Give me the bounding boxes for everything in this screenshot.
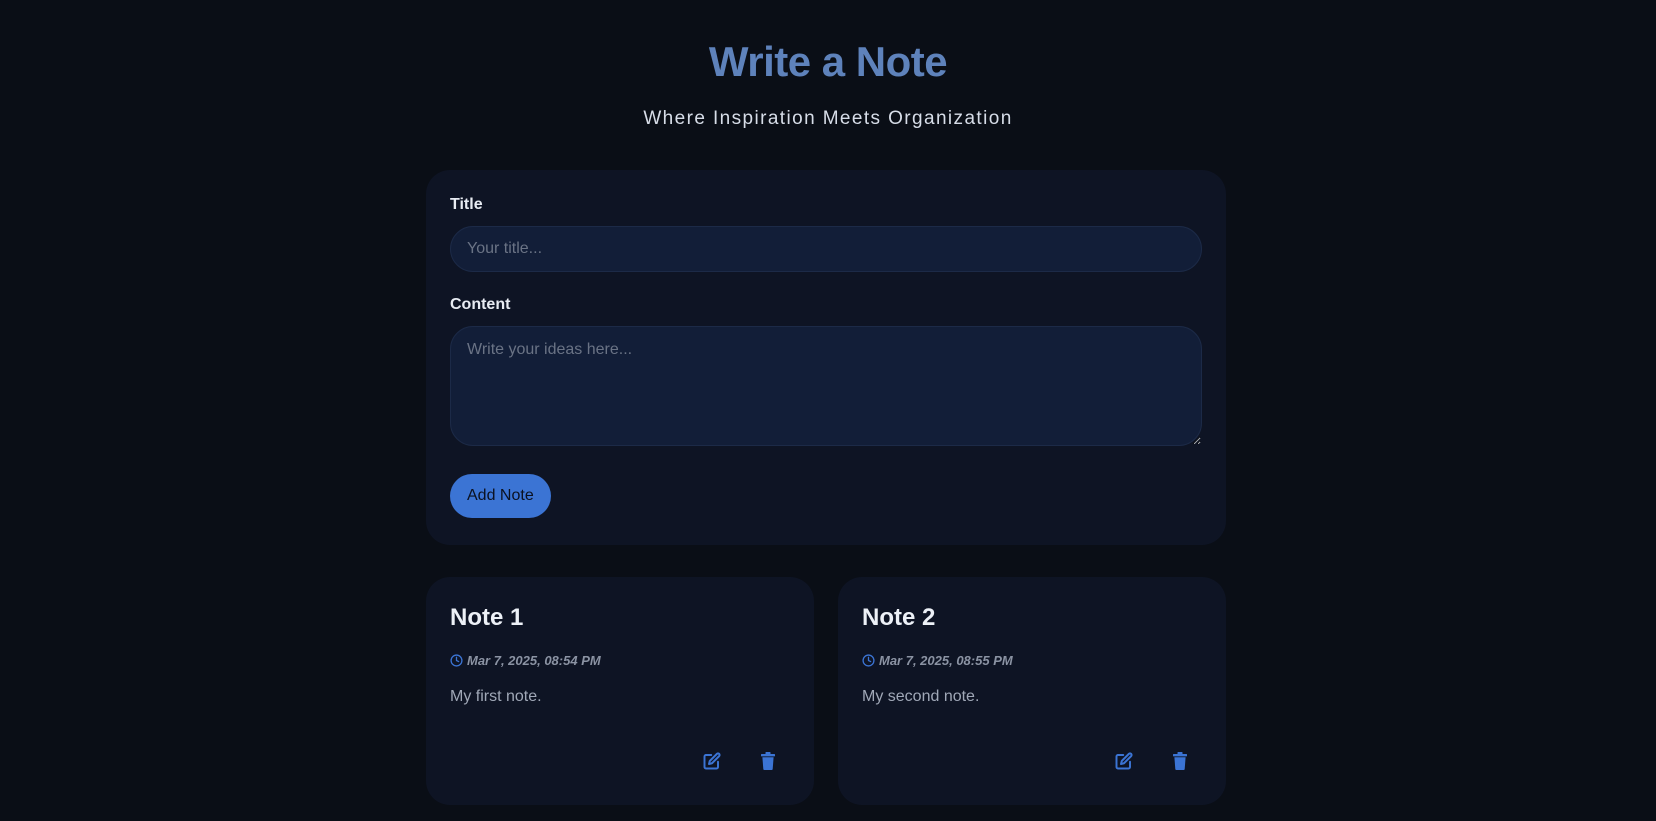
trash-icon[interactable] (1170, 751, 1190, 771)
notes-grid: Note 1 Mar 7, 2025, 08:54 PM My first no… (426, 577, 1226, 805)
note-actions (702, 751, 778, 771)
note-timestamp-row: Mar 7, 2025, 08:54 PM (450, 653, 790, 668)
content-textarea[interactable] (450, 326, 1202, 446)
note-timestamp-row: Mar 7, 2025, 08:55 PM (862, 653, 1202, 668)
clock-icon (862, 654, 875, 667)
note-card: Note 2 Mar 7, 2025, 08:55 PM My second n… (838, 577, 1226, 805)
title-label: Title (450, 196, 483, 213)
note-timestamp: Mar 7, 2025, 08:54 PM (467, 653, 601, 668)
page: Write a Note Where Inspiration Meets Org… (0, 0, 1656, 821)
note-body: My first note. (450, 688, 542, 705)
note-form: Title Content Add Note (426, 170, 1226, 545)
note-card: Note 1 Mar 7, 2025, 08:54 PM My first no… (426, 577, 814, 805)
note-body: My second note. (862, 688, 980, 705)
add-note-button[interactable]: Add Note (450, 474, 551, 518)
title-input[interactable] (450, 226, 1202, 272)
note-actions (1114, 751, 1190, 771)
header: Write a Note Where Inspiration Meets Org… (0, 0, 1656, 132)
note-title: Note 2 (862, 604, 936, 631)
note-title: Note 1 (450, 604, 524, 631)
clock-icon (450, 654, 463, 667)
page-subtitle: Where Inspiration Meets Organization (643, 108, 1013, 129)
note-timestamp: Mar 7, 2025, 08:55 PM (879, 653, 1013, 668)
edit-icon[interactable] (702, 751, 722, 771)
trash-icon[interactable] (758, 751, 778, 771)
page-title: Write a Note (708, 38, 948, 85)
edit-icon[interactable] (1114, 751, 1134, 771)
content-label: Content (450, 296, 511, 313)
